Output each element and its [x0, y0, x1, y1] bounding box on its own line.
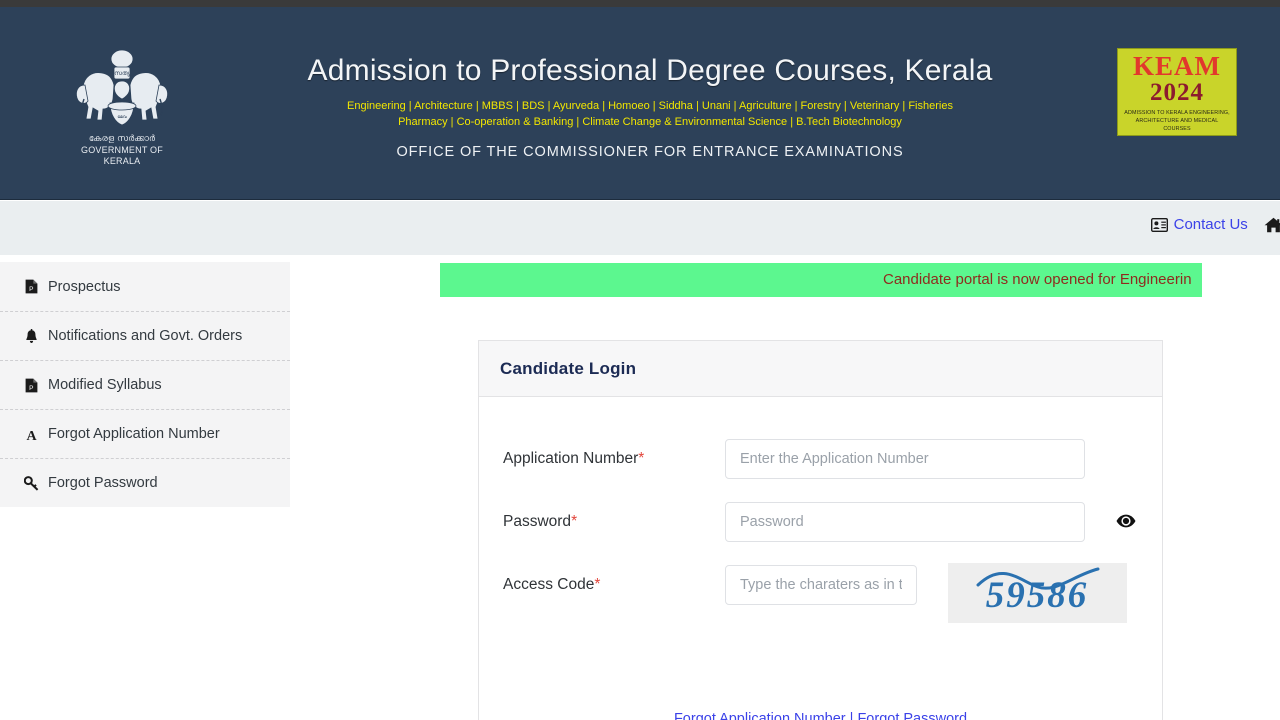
- announcement-marquee: Candidate portal is now opened for Engin…: [440, 263, 1202, 297]
- id-card-icon: [1150, 217, 1168, 232]
- footer-links-separator: |: [849, 711, 854, 720]
- access-code-label-text: Access Code: [503, 575, 595, 593]
- government-emblem: സത്യ മേവ കേരള സർക്കാർ GOVERNMENT OF KERA…: [72, 45, 172, 167]
- nav-item-contact-us-label: Contact Us: [1173, 216, 1248, 233]
- required-asterisk: *: [638, 449, 645, 467]
- svg-text:P: P: [29, 385, 33, 392]
- toggle-password-visibility-icon[interactable]: [1115, 510, 1137, 532]
- sidebar-item-notifications-label: Notifications and Govt. Orders: [48, 328, 243, 344]
- nav-links-group: Contact Us Ho: [1150, 216, 1280, 233]
- candidate-login-card-header: Candidate Login: [479, 341, 1162, 397]
- header-center-block: Admission to Professional Degree Courses…: [200, 51, 1100, 160]
- keam-logo-year: 2024: [1150, 79, 1204, 106]
- sidebar-item-modified-syllabus[interactable]: P Modified Syllabus: [0, 360, 290, 409]
- course-list-line-1: Engineering | Architecture | MBBS | BDS …: [347, 100, 953, 112]
- top-navbar: Contact Us Ho: [0, 201, 1280, 255]
- kerala-emblem-icon: സത്യ മേവ: [76, 49, 168, 126]
- captcha-image: 59586: [948, 563, 1127, 623]
- sidebar-item-forgot-application-number[interactable]: A Forgot Application Number: [0, 409, 290, 458]
- access-code-input[interactable]: [725, 564, 917, 605]
- course-list-line-2: Pharmacy | Co-operation & Banking | Clim…: [398, 116, 902, 128]
- keam-logo-name: KEAM: [1133, 51, 1221, 81]
- nav-item-contact-us[interactable]: Contact Us: [1150, 216, 1248, 233]
- access-code-label: Access Code*: [503, 575, 725, 595]
- svg-text:മേവ: മേവ: [117, 115, 126, 120]
- application-number-label: Application Number*: [503, 449, 725, 469]
- form-row-access-code: Access Code* 59586: [479, 553, 1162, 623]
- sidebar: P Prospectus Notifications and Govt. Ord…: [0, 262, 290, 507]
- captcha-text: 59586: [986, 575, 1089, 616]
- password-input[interactable]: [725, 501, 1085, 542]
- candidate-login-title: Candidate Login: [500, 358, 637, 378]
- home-icon: [1264, 217, 1280, 233]
- svg-text:P: P: [29, 286, 33, 293]
- password-label: Password*: [503, 512, 725, 532]
- application-number-label-text: Application Number: [503, 449, 639, 467]
- page-title: Admission to Professional Degree Courses…: [307, 54, 993, 87]
- office-subtitle: OFFICE OF THE COMMISSIONER FOR ENTRANCE …: [396, 144, 904, 160]
- candidate-login-card: Candidate Login Application Number* Pass…: [478, 340, 1163, 720]
- sidebar-item-notifications[interactable]: Notifications and Govt. Orders: [0, 311, 290, 360]
- pdf-file-icon: P: [24, 279, 39, 294]
- svg-text:സത്യ: സത്യ: [114, 70, 130, 77]
- sidebar-item-prospectus[interactable]: P Prospectus: [0, 262, 290, 311]
- svg-text:A: A: [26, 429, 37, 442]
- announcement-marquee-text: Candidate portal is now opened for Engin…: [883, 271, 1192, 288]
- required-asterisk: *: [571, 512, 578, 530]
- login-footer-links: Forgot Application Number | Forgot Passw…: [478, 709, 1163, 720]
- footer-link-forgot-password[interactable]: Forgot Password: [857, 711, 967, 720]
- emblem-malayalam-text: കേരള സർക്കാർ: [88, 134, 156, 144]
- site-header: സത്യ മേവ കേരള സർക്കാർ GOVERNMENT OF KERA…: [0, 7, 1280, 200]
- form-row-password: Password*: [479, 490, 1162, 553]
- nav-item-home[interactable]: Ho: [1264, 216, 1280, 233]
- required-asterisk: *: [594, 575, 601, 593]
- sidebar-item-forgot-password[interactable]: Forgot Password: [0, 458, 290, 507]
- page-root: സത്യ മേവ കേരള സർക്കാർ GOVERNMENT OF KERA…: [0, 0, 1280, 720]
- footer-link-forgot-application-number[interactable]: Forgot Application Number: [674, 711, 846, 720]
- keam-logo: KEAM 2024 ADMISSION TO KERALA ENGINEERIN…: [1117, 48, 1237, 136]
- emblem-english-text: GOVERNMENT OF KERALA: [81, 145, 163, 166]
- application-number-input[interactable]: [725, 438, 1085, 479]
- pdf-file-icon: P: [24, 378, 39, 393]
- password-label-text: Password: [503, 512, 572, 530]
- letter-a-icon: A: [24, 427, 39, 444]
- keam-logo-subtitle: ADMISSION TO KERALA ENGINEERING, ARCHITE…: [1124, 110, 1230, 132]
- form-row-application-number: Application Number*: [479, 427, 1162, 490]
- sidebar-item-forgot-application-number-label: Forgot Application Number: [48, 426, 220, 442]
- browser-top-strip: [0, 0, 1280, 7]
- sidebar-item-modified-syllabus-label: Modified Syllabus: [48, 377, 162, 393]
- sidebar-item-prospectus-label: Prospectus: [48, 278, 121, 295]
- key-icon: [23, 475, 39, 491]
- bell-icon: [24, 328, 39, 344]
- candidate-login-form: Application Number* Password*: [479, 397, 1162, 623]
- sidebar-item-forgot-password-label: Forgot Password: [48, 475, 158, 491]
